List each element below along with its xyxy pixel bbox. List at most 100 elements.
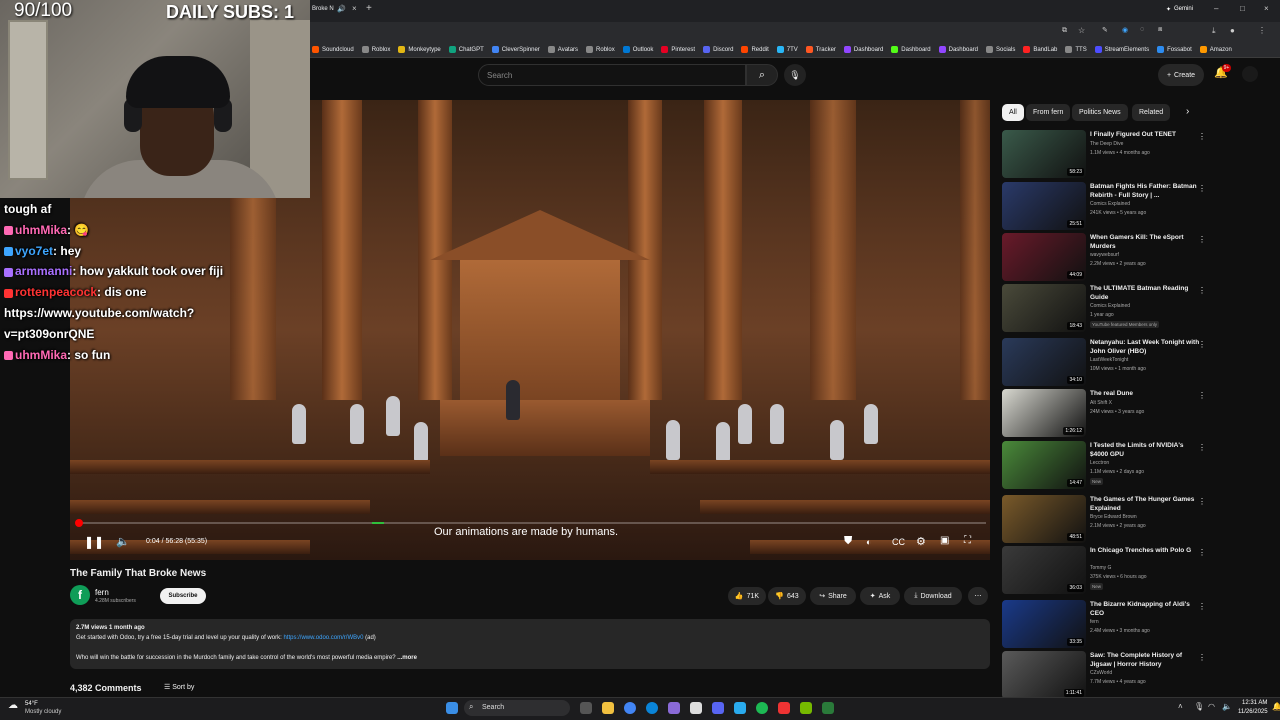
telegram-icon[interactable] [734,702,746,714]
more-vertical-icon[interactable]: ⋮ [1198,443,1206,452]
active-tab-title[interactable]: Broke N [312,6,334,12]
spotify-icon[interactable] [756,702,768,714]
recommendation-channel[interactable]: fern [1090,619,1099,625]
bookmark-item[interactable]: Soundcloud [312,46,354,53]
search-input[interactable]: Search [478,64,746,86]
video-thumbnail[interactable]: 14:47 [1002,441,1086,489]
bookmark-item[interactable]: Amazon [1199,46,1232,53]
recommendation-title[interactable]: I Tested the Limits of NVIDIA's $4000 GP… [1090,441,1200,459]
close-window-icon[interactable]: × [1264,4,1269,13]
bookmark-item[interactable]: Avatars [547,46,578,53]
bookmark-item[interactable]: TTS [1065,46,1087,53]
wifi-icon[interactable]: ◠ [1208,702,1215,711]
search-button[interactable]: ⌕ [746,64,778,86]
recommendation-item[interactable]: 58:23 I Finally Figured Out TENET The Deep… [1002,130,1272,180]
mic-icon[interactable]: 🎙 [1194,702,1204,711]
more-vertical-icon[interactable]: ⋮ [1198,497,1206,506]
filter-chip[interactable]: All [1002,104,1024,121]
video-thumbnail[interactable]: 25:51 [1002,182,1086,230]
video-thumbnail[interactable]: 58:23 [1002,130,1086,178]
recommendation-item[interactable]: 33:35 The Bizarre Kidnapping of Aldi's CE… [1002,600,1272,650]
recommendation-channel[interactable]: Comics Explained [1090,201,1130,207]
bookmark-item[interactable]: Pinterest [661,46,695,53]
recommendation-channel[interactable]: Bryce Edward Brown [1090,514,1137,520]
bookmark-item[interactable]: Discord [703,46,733,53]
channel-avatar[interactable]: f [70,585,90,605]
bookmark-item[interactable]: Socials [986,46,1015,53]
volume-icon[interactable]: 🔈 [116,535,130,548]
extension-icon[interactable]: ◌ [1140,26,1144,33]
more-vertical-icon[interactable]: ⋮ [1198,235,1206,244]
recommendation-channel[interactable]: The Deep Dive [1090,141,1123,147]
app-icon[interactable] [822,702,834,714]
weather-temperature[interactable]: 54°F [25,701,38,707]
recommendation-item[interactable]: 48:51 The Games of The Hunger Games Expla… [1002,495,1272,545]
download-button[interactable]: ⤓ Download [904,587,962,605]
recommendation-channel[interactable]: Alt Shift X [1090,400,1112,406]
download-icon[interactable]: ⤓ [1212,26,1216,36]
recommendation-title[interactable]: Batman Fights His Father: Batman Rebirth… [1090,182,1200,200]
recommendation-item[interactable]: 34:10 Netanyahu: Last Week Tonight with J… [1002,338,1272,388]
profile-icon[interactable]: ● [1230,26,1235,35]
extension-icon[interactable]: ✎ [1102,26,1108,34]
subscribe-button[interactable]: Subscribe [160,588,206,604]
chrome-icon[interactable] [624,702,636,714]
recommendation-channel[interactable]: wavywebsurf [1090,252,1119,258]
gemini-icon[interactable]: ✦ [1166,6,1171,13]
video-thumbnail[interactable]: 33:35 [1002,600,1086,648]
recommendation-channel[interactable]: Comics Explained [1090,303,1130,309]
app-icon[interactable] [668,702,680,714]
bookmark-item[interactable]: 7TV [776,46,798,53]
store-icon[interactable] [690,702,702,714]
gemini-label[interactable]: Gemini [1174,6,1193,12]
recommendation-title[interactable]: Saw: The Complete History of Jigsaw | Ho… [1090,651,1200,669]
bookmark-item[interactable]: Fossabot [1157,46,1192,53]
notification-icon[interactable]: 🔔 [1272,702,1280,711]
captions-icon[interactable]: CC [892,537,905,547]
recommendation-item[interactable]: 25:51 Batman Fights His Father: Batman Re… [1002,182,1272,232]
taskbar-search[interactable]: Search [464,700,570,716]
recommendation-title[interactable]: The Games of The Hunger Games Explained [1090,495,1200,513]
recommendation-item[interactable]: 1:11:41 Saw: The Complete History of Jigs… [1002,651,1272,701]
video-thumbnail[interactable]: 44:09 [1002,233,1086,281]
more-vertical-icon[interactable]: ⋮ [1198,391,1206,400]
bookmark-item[interactable]: Monkeytype [398,46,441,53]
bookmark-item[interactable]: CleverSpinner [491,46,540,53]
filter-chip[interactable]: Related [1132,104,1171,121]
description-box[interactable]: 2.7M views 1 month ago Get started with … [70,619,990,669]
autoplay-toggle-icon[interactable]: ◐ [866,537,871,547]
more-vertical-icon[interactable]: ⋮ [1198,184,1206,193]
clock-date[interactable]: 11/26/2025 [1238,709,1268,715]
maximize-icon[interactable]: □ [1240,4,1245,13]
recommendation-title[interactable]: When Gamers Kill: The eSport Murders [1090,233,1200,251]
filter-chip[interactable]: From fern [1026,104,1071,121]
recommendation-item[interactable]: 44:09 When Gamers Kill: The eSport Murder… [1002,233,1272,283]
install-icon[interactable]: ⧉ [1062,27,1067,35]
extension-icon[interactable]: ◉ [1122,26,1128,34]
channel-name[interactable]: fern [95,588,109,597]
video-thumbnail[interactable]: 1:26:12 [1002,389,1086,437]
sponsor-link[interactable]: https://www.odoo.com/r/WBv0 [283,635,363,641]
account-avatar[interactable] [1242,66,1258,82]
miniplayer-icon[interactable]: ▣ [940,535,949,546]
recommendation-item[interactable]: 36:03 In Chicago Trenches with Polo G Tomm… [1002,546,1272,596]
video-thumbnail[interactable]: 36:03 [1002,546,1086,594]
bookmark-star-icon[interactable]: ☆ [1078,26,1085,35]
recommendation-title[interactable]: In Chicago Trenches with Polo G [1090,546,1200,555]
more-vertical-icon[interactable]: ⋮ [1198,286,1206,295]
bookmark-item[interactable]: Tracker [805,46,836,53]
bookmark-item[interactable]: Roblox [361,46,390,53]
recommendation-title[interactable]: Netanyahu: Last Week Tonight with John O… [1090,338,1200,356]
sort-comments-button[interactable]: ☰ Sort by [164,683,194,691]
like-button[interactable]: 👍 71K [728,587,766,605]
more-vertical-icon[interactable]: ⋮ [1198,340,1206,349]
chevron-up-icon[interactable]: ˄ [1178,702,1183,711]
share-button[interactable]: ↪ Share [810,587,856,605]
more-vertical-icon[interactable]: ⋮ [1198,548,1206,557]
more-link[interactable]: ...more [396,655,417,661]
recommendation-channel[interactable]: CZsWorld [1090,670,1112,676]
new-tab-icon[interactable]: + [366,3,372,14]
recommendation-title[interactable]: The ULTIMATE Batman Reading Guide [1090,284,1200,302]
filter-chip[interactable]: Politics News [1072,104,1128,121]
recommendation-item[interactable]: 14:47 I Tested the Limits of NVIDIA's $40… [1002,441,1272,491]
